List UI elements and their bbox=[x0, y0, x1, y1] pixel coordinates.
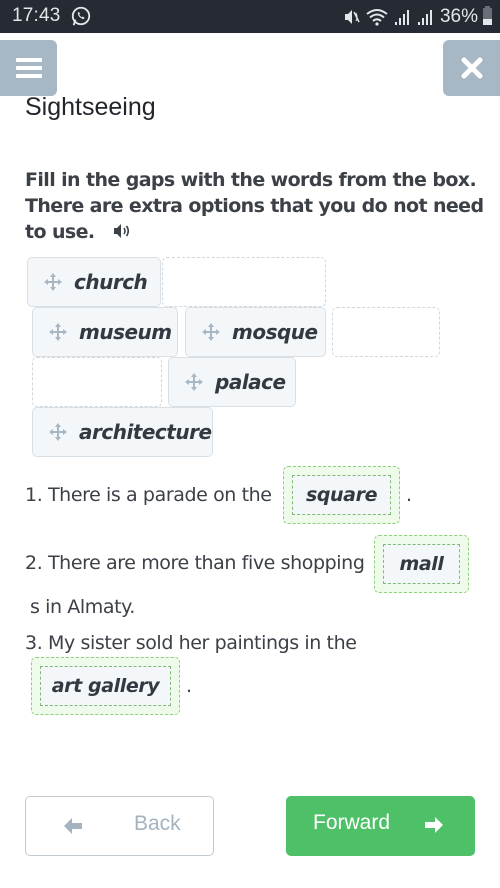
answer-chip[interactable]: mall bbox=[383, 544, 460, 584]
move-icon bbox=[44, 273, 62, 291]
move-icon bbox=[185, 373, 203, 391]
close-button[interactable] bbox=[443, 40, 500, 96]
sentence-after: s in Almaty. bbox=[30, 596, 135, 618]
move-icon bbox=[202, 323, 220, 341]
word-chip-architecture[interactable]: architecture bbox=[32, 407, 213, 457]
battery-icon bbox=[483, 6, 492, 25]
answer-drop-zone[interactable]: art gallery bbox=[31, 657, 180, 715]
instructions: Fill in the gaps with the words from the… bbox=[25, 167, 485, 245]
sentence-number: 1. bbox=[25, 484, 43, 506]
mute-icon bbox=[344, 9, 360, 24]
arrow-left-icon bbox=[64, 818, 82, 834]
sentence-before: My sister sold her paintings in the bbox=[47, 632, 357, 654]
sentence-text: 2. There are more than five shopping bbox=[25, 552, 365, 574]
sentence-number: 2. bbox=[25, 552, 43, 574]
sentence-before: There are more than five shopping bbox=[47, 552, 365, 574]
move-icon bbox=[49, 423, 67, 441]
close-icon bbox=[461, 57, 482, 79]
word-chip-palace[interactable]: palace bbox=[168, 357, 296, 407]
hamburger-icon bbox=[15, 58, 42, 78]
empty-slot[interactable] bbox=[162, 257, 326, 307]
word-chip-museum[interactable]: museum bbox=[32, 307, 178, 357]
empty-slot[interactable] bbox=[332, 307, 440, 357]
status-time: 17:43 bbox=[12, 5, 61, 26]
sentence-text: 1. There is a parade on the bbox=[25, 484, 272, 506]
answer-drop-zone[interactable]: mall bbox=[374, 535, 469, 593]
answer-word: mall bbox=[399, 553, 444, 575]
word-chip-church[interactable]: church bbox=[27, 257, 161, 307]
answer-word: art gallery bbox=[51, 675, 160, 697]
move-icon bbox=[49, 323, 67, 341]
chip-word: palace bbox=[215, 370, 286, 394]
forward-button[interactable]: Forward bbox=[286, 796, 475, 856]
chip-word: mosque bbox=[232, 320, 318, 344]
battery-percent: 36% bbox=[439, 5, 478, 27]
answer-chip[interactable]: art gallery bbox=[40, 666, 171, 706]
chip-word: museum bbox=[79, 320, 172, 344]
forward-label: Forward bbox=[313, 811, 391, 834]
whatsapp-icon bbox=[71, 6, 91, 26]
back-button[interactable]: Back bbox=[25, 796, 214, 856]
menu-button[interactable] bbox=[0, 40, 57, 96]
chip-word: architecture bbox=[79, 420, 212, 444]
arrow-right-icon bbox=[425, 817, 443, 833]
wifi-icon bbox=[366, 8, 388, 26]
chip-word: church bbox=[74, 270, 148, 294]
answer-word: square bbox=[305, 484, 378, 506]
answer-drop-zone[interactable]: square bbox=[283, 466, 400, 524]
sentence-before: There is a parade on the bbox=[47, 484, 272, 506]
word-chip-mosque[interactable]: mosque bbox=[185, 307, 326, 357]
speaker-icon[interactable] bbox=[113, 223, 131, 239]
status-bar: 17:43 36% bbox=[0, 0, 500, 33]
signal-icon bbox=[417, 9, 432, 25]
answer-chip[interactable]: square bbox=[292, 475, 391, 515]
back-label: Back bbox=[134, 812, 181, 835]
signal-icon bbox=[394, 9, 409, 25]
sentence-after: . bbox=[406, 484, 412, 506]
page-title: Sightseeing bbox=[25, 93, 156, 121]
instructions-text: Fill in the gaps with the words from the… bbox=[25, 169, 484, 243]
empty-slot[interactable] bbox=[32, 357, 162, 407]
sentence-number: 3. bbox=[25, 632, 43, 654]
sentence-after: . bbox=[186, 675, 192, 697]
sentence-text: 3. My sister sold her paintings in the bbox=[25, 632, 357, 654]
